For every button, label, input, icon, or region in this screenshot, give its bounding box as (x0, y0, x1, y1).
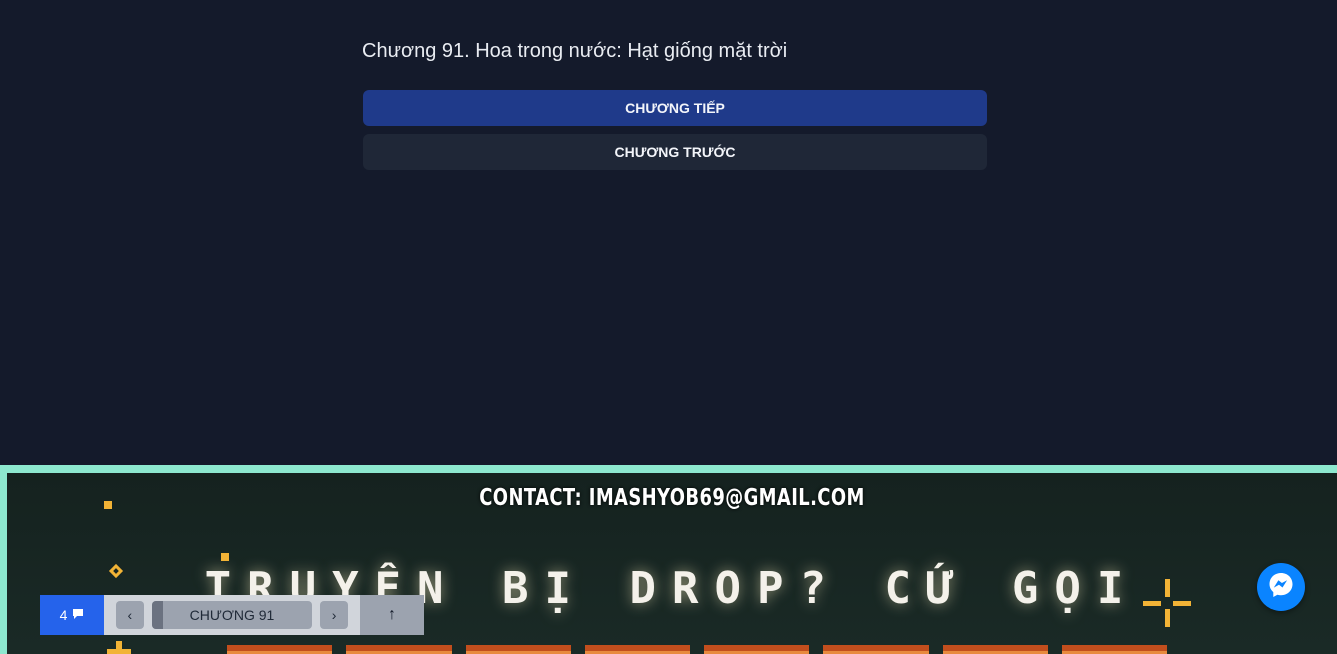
arrow-up-icon: ↑ (388, 606, 396, 623)
sparkle-cross-decoration (1143, 579, 1193, 629)
sparkle-decoration (221, 553, 229, 561)
previous-chapter-button[interactable]: CHƯƠNG TRƯỚC (363, 134, 987, 170)
comment-count: 4 (59, 607, 68, 623)
chapter-select-value: CHƯƠNG 91 (189, 607, 275, 623)
messenger-icon (1267, 571, 1295, 604)
chapter-select[interactable]: CHƯƠNG 91 (151, 601, 313, 629)
toolbar-prev-chapter-button[interactable]: ‹ (116, 601, 144, 629)
comments-button[interactable]: 4 (40, 595, 104, 635)
next-chapter-button[interactable]: CHƯƠNG TIẾP (363, 90, 987, 126)
chapter-title: Chương 91. Hoa trong nước: Hạt giống mặt… (362, 40, 788, 62)
next-chapter-label: CHƯƠNG TIẾP (625, 100, 725, 116)
chevron-left-icon: ‹ (127, 607, 133, 623)
chapter-navigator: ‹ CHƯƠNG 91 › (104, 595, 360, 635)
speech-bubble-icon (72, 607, 84, 623)
messenger-chat-button[interactable] (1257, 563, 1305, 611)
scroll-to-top-button[interactable]: ↑ (360, 595, 424, 635)
banner-contact-text: CONTACT: IMASHYOB69@GMAIL.COM (479, 485, 865, 511)
chevron-right-icon: › (331, 607, 337, 623)
sparkle-decoration (116, 641, 122, 654)
previous-chapter-label: CHƯƠNG TRƯỚC (614, 144, 736, 160)
sparkle-decoration (104, 501, 112, 509)
chapter-select-handle (151, 601, 163, 629)
banner-tiles (227, 645, 1167, 654)
toolbar-next-chapter-button[interactable]: › (320, 601, 349, 629)
reader-toolbar: 4 ‹ CHƯƠNG 91 › ↑ (40, 595, 424, 635)
